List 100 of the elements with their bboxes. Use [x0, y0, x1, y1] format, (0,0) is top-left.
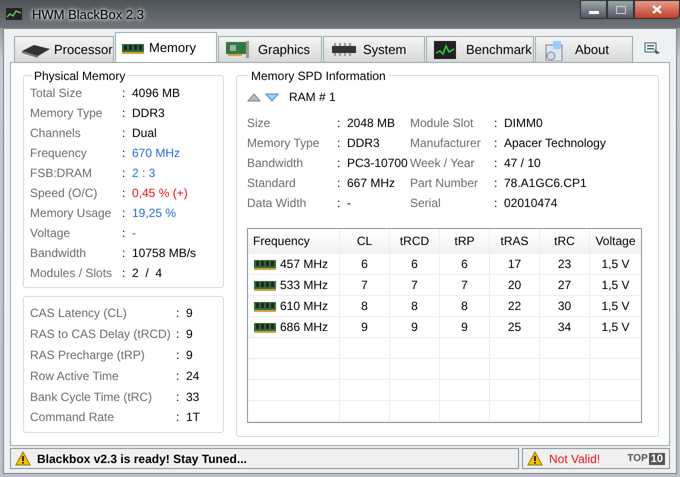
- table-cell: 17: [490, 254, 540, 274]
- field-value: 02010474: [504, 196, 558, 210]
- tab[interactable]: System: [323, 36, 425, 62]
- menu-button[interactable]: [644, 42, 662, 56]
- tab[interactable]: Processor: [14, 36, 114, 62]
- separator-colon: :: [122, 166, 126, 180]
- field-value: 2 : 3: [132, 166, 156, 180]
- field-label: RAS Precharge (tRP): [30, 348, 146, 362]
- separator-colon: :: [176, 390, 180, 404]
- field-label: Memory Usage: [30, 206, 112, 220]
- separator-colon: :: [494, 196, 498, 210]
- table-cell-text: 1,5 V: [600, 319, 631, 336]
- field-label: Voltage: [30, 226, 72, 240]
- cell-text: 533 MHz: [280, 278, 328, 292]
- up-triangle-icon: [247, 92, 261, 102]
- field-label: Memory Type: [30, 106, 104, 120]
- field-value: -: [347, 196, 351, 210]
- table-cell: 9: [440, 317, 490, 337]
- separator-colon: :: [176, 327, 180, 342]
- table-cell: 23: [540, 254, 590, 274]
- separator-colon: :: [122, 146, 126, 160]
- module-name: RAM # 1: [289, 90, 336, 104]
- field-label: Module Slot: [410, 116, 474, 130]
- close-button[interactable]: [634, 0, 680, 19]
- field-value: 78.A1GC6.CP1: [504, 176, 587, 190]
- field-value: 33: [186, 390, 200, 404]
- field-label: Bandwidth: [30, 246, 88, 260]
- field-value: 670 MHz: [132, 146, 180, 160]
- group-title: Memory SPD Information: [249, 69, 388, 83]
- field-label: Frequency: [30, 146, 88, 160]
- field-value: -: [132, 226, 136, 240]
- column-header: tRAS: [490, 229, 540, 253]
- maximize-button[interactable]: [607, 0, 634, 19]
- next-button[interactable]: [265, 92, 279, 102]
- tab[interactable]: Memory: [115, 32, 217, 62]
- table-cell-text: 1,5 V: [600, 298, 631, 315]
- separator-colon: :: [122, 246, 126, 260]
- column-header: tRC: [540, 229, 590, 253]
- group-title: Physical Memory: [32, 69, 128, 83]
- table-cell: 6: [340, 254, 390, 274]
- field-value: Apacer Technology: [504, 136, 606, 150]
- separator-colon: :: [122, 86, 126, 100]
- field-label: CAS Latency (CL): [30, 306, 128, 320]
- table-cell-text: 1,5 V: [600, 256, 631, 273]
- table-cell: 7: [440, 275, 490, 295]
- field-value: 19,25 %: [132, 206, 176, 220]
- separator-colon: :: [337, 116, 342, 130]
- field-value: DDR3: [347, 136, 380, 150]
- field-value: DIMM0: [504, 116, 543, 130]
- table-cell: 8: [340, 296, 390, 316]
- separator-colon: :: [122, 226, 126, 240]
- field-label: Memory Type: [247, 136, 320, 150]
- warning-icon: [527, 451, 543, 466]
- badge-number: 10: [648, 452, 665, 464]
- field-label: Part Number: [410, 176, 480, 190]
- separator-colon: :: [122, 206, 126, 220]
- separator-colon: :: [176, 348, 180, 362]
- field-label: Command Rate: [30, 410, 116, 424]
- field-label: RAS to CAS Delay (tRCD): [30, 327, 172, 342]
- cell-text: 686 MHz: [280, 320, 328, 334]
- table-cell: 20: [490, 275, 540, 295]
- field-label: Speed (O/C): [30, 186, 98, 200]
- separator-colon: :: [122, 106, 126, 120]
- minimize-button[interactable]: [580, 0, 607, 19]
- field-value: 1T: [186, 410, 200, 424]
- field-value: Dual: [132, 126, 157, 140]
- cell-text: 457 MHz: [280, 257, 328, 271]
- separator-colon: :: [176, 306, 180, 320]
- table-cell: 9: [390, 317, 440, 337]
- table-cell: 34: [540, 317, 590, 337]
- field-value: 9: [186, 306, 193, 320]
- table-cell-text: 1,5 V: [600, 277, 631, 294]
- field-value: 0,45 % (+): [132, 186, 188, 200]
- ram-module-icon: [253, 320, 277, 334]
- table-cell: 6: [390, 254, 440, 274]
- table-cell: 25: [490, 317, 540, 337]
- separator-colon: :: [337, 176, 342, 190]
- column-header: Voltage: [594, 233, 637, 250]
- table-cell: 9: [340, 317, 390, 337]
- field-label: Manufacturer: [410, 136, 482, 150]
- separator-colon: :: [337, 156, 342, 170]
- separator-colon: :: [337, 136, 342, 150]
- tab[interactable]: About: [535, 36, 633, 62]
- separator-colon: :: [337, 196, 342, 210]
- column-header: Frequency: [248, 229, 340, 253]
- previous-button[interactable]: [247, 92, 261, 102]
- field-label: Bandwidth: [247, 156, 304, 170]
- cell-text: 610 MHz: [280, 299, 328, 313]
- table-cell: 22: [490, 296, 540, 316]
- field-label: Standard: [247, 176, 297, 190]
- field-value: 10758 MB/s: [132, 246, 196, 260]
- warning-icon: [15, 451, 31, 466]
- tab[interactable]: Graphics: [218, 36, 322, 62]
- table-cell: 30: [540, 296, 590, 316]
- tab[interactable]: Benchmark: [426, 36, 534, 62]
- field-value: 47 / 10: [504, 156, 541, 170]
- ram-module-icon: [253, 299, 277, 313]
- table-cell: 6: [440, 254, 490, 274]
- column-header: tRP: [440, 229, 490, 253]
- separator-colon: :: [122, 126, 126, 140]
